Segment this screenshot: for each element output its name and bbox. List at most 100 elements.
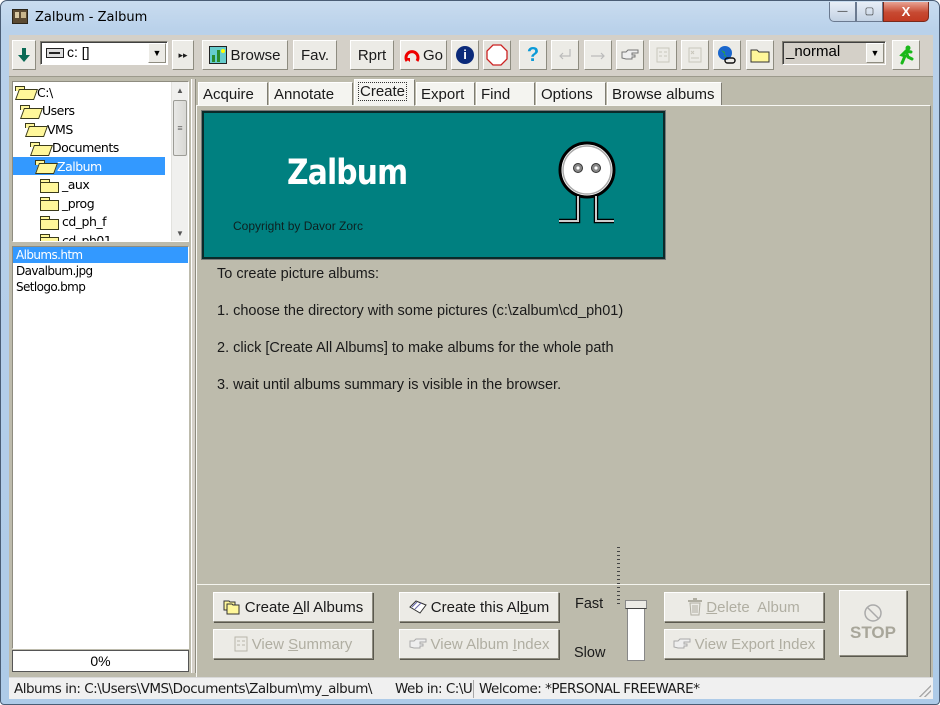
go-button[interactable]: Go [400, 40, 447, 70]
create-all-albums-button[interactable]: Create All Albums [213, 592, 373, 622]
close-button[interactable]: X [883, 2, 929, 22]
file-list-item[interactable]: Albums.htm [13, 247, 188, 263]
scroll-down-icon[interactable]: ▼ [172, 225, 188, 241]
tab-label: Browse albums [612, 86, 715, 103]
tab-label: Find [481, 86, 511, 103]
tab-options[interactable]: Options [536, 82, 606, 106]
tab-find[interactable]: Find [476, 82, 535, 106]
fav-label: Fav. [300, 46, 330, 64]
resize-grip[interactable] [919, 685, 931, 697]
scroll-thumb[interactable]: ≡ [173, 100, 187, 156]
picture-icon [209, 46, 228, 64]
speed-fast-label: Fast [575, 596, 604, 612]
view-summary-label: View Summary [251, 635, 353, 653]
document-edit-icon [688, 47, 702, 63]
web-link-button[interactable] [713, 40, 741, 70]
create-this-album-button[interactable]: Create this Album [399, 592, 559, 622]
tree-item[interactable]: cd_ph01 [40, 231, 115, 241]
stop-label: STOP [850, 623, 896, 642]
tab-create[interactable]: Create [354, 79, 415, 106]
folder-open-icon [30, 141, 48, 154]
folder-icon [750, 49, 770, 63]
open-folder-button[interactable] [746, 40, 774, 70]
folder-open-icon [25, 123, 43, 135]
tree-item-label: cd_ph_f [62, 214, 107, 229]
stop-button[interactable]: STOP [839, 590, 907, 656]
speed-slider-ticks [617, 547, 620, 605]
return-button[interactable] [551, 40, 579, 70]
tree-item[interactable]: VMS [25, 120, 77, 138]
browse-button[interactable]: Browse [202, 40, 288, 70]
folder-icon [40, 178, 59, 193]
info-button[interactable]: i [451, 40, 479, 70]
app-window: Zalbum - Zalbum — ▢ X c: [] ▼ ▸▸ Browse … [0, 0, 940, 705]
stop-toolbar-button[interactable] [483, 40, 511, 70]
view-export-index-label: View Export Index [694, 635, 816, 653]
tab-acquire[interactable]: Acquire [198, 82, 268, 106]
folder-tree[interactable]: C:\ Users VMS Documents Zalbum _aux _prog cd_ph… [12, 81, 189, 242]
chevron-down-icon[interactable]: ▼ [148, 43, 166, 63]
report-button[interactable]: Rprt [350, 40, 394, 70]
tree-item[interactable]: _aux [40, 176, 93, 194]
scroll-up-icon[interactable]: ▲ [172, 82, 188, 98]
view-summary-button[interactable]: View Summary [213, 629, 373, 659]
tree-scrollbar[interactable]: ▲ ≡ ▼ [171, 82, 188, 241]
help-button[interactable]: ? [519, 40, 547, 70]
tree-item-label: VMS [47, 121, 73, 137]
tree-item-label: Users [42, 103, 75, 118]
globe-link-icon [718, 46, 736, 64]
cancel-icon [864, 604, 882, 622]
tree-item-label: Documents [52, 140, 119, 155]
tree-item[interactable]: Documents [30, 139, 123, 157]
edit-list-button[interactable] [681, 40, 709, 70]
arrow-down-icon [18, 48, 30, 62]
folder-open-icon [20, 104, 38, 117]
tab-export[interactable]: Export [416, 82, 475, 106]
tree-item[interactable]: Zalbum [13, 157, 165, 175]
browse-label: Browse [230, 46, 281, 64]
folder-icon [40, 234, 59, 241]
fast-forward-icon: ▸▸ [178, 49, 188, 60]
maximize-button[interactable]: ▢ [856, 2, 883, 22]
maximize-icon: ▢ [864, 6, 875, 17]
folder-icon [40, 197, 59, 211]
chevron-down-icon[interactable]: ▼ [866, 43, 884, 63]
summary-toolbar-button[interactable] [649, 40, 677, 70]
delete-album-button[interactable]: Delete Album [664, 592, 824, 622]
tab-annotate[interactable]: Annotate [269, 82, 353, 106]
file-list[interactable]: Albums.htm Davalbum.jpg Setlogo.bmp [12, 246, 189, 649]
file-list-item[interactable]: Setlogo.bmp [13, 279, 188, 295]
favorites-button[interactable]: Fav. [293, 40, 337, 70]
view-export-index-button[interactable]: View Export Index [664, 629, 824, 659]
speed-slider-thumb[interactable] [625, 600, 647, 609]
tree-item[interactable]: Users [20, 102, 79, 120]
rprt-label: Rprt [357, 46, 387, 64]
app-icon [12, 9, 28, 24]
tree-item[interactable]: _prog [40, 194, 98, 212]
style-value: _normal [786, 43, 841, 60]
next-button[interactable] [584, 40, 612, 70]
view-album-index-button[interactable]: View Album Index [399, 629, 559, 659]
drive-combo[interactable]: c: [] ▼ [40, 41, 168, 65]
file-list-item[interactable]: Davalbum.jpg [13, 263, 188, 279]
open-book-icon [408, 600, 427, 614]
go-down-button[interactable] [12, 40, 36, 70]
delete-album-label: Delete Album [706, 598, 800, 616]
speed-slider[interactable] [627, 601, 645, 661]
forward-button[interactable]: ▸▸ [172, 40, 194, 70]
help-icon: ? [526, 43, 540, 66]
document-list-icon [656, 47, 670, 63]
instruction-step: 3. wait until albums summary is visible … [217, 377, 562, 393]
point-button[interactable] [616, 40, 644, 70]
style-combo[interactable]: _normal ▼ [782, 41, 886, 65]
status-welcome: Welcome: *PERSONAL FREEWARE* [479, 681, 700, 697]
exit-button[interactable] [892, 40, 920, 70]
running-man-icon [899, 45, 914, 65]
arrow-right-icon [591, 52, 605, 60]
folder-icon [40, 215, 59, 230]
minimize-button[interactable]: — [829, 2, 856, 22]
tree-item[interactable]: C:\ [15, 83, 57, 101]
tab-browse-albums[interactable]: Browse albums [607, 82, 722, 106]
create-this-label: Create this Album [430, 598, 550, 616]
tree-item[interactable]: cd_ph_f [40, 213, 110, 231]
